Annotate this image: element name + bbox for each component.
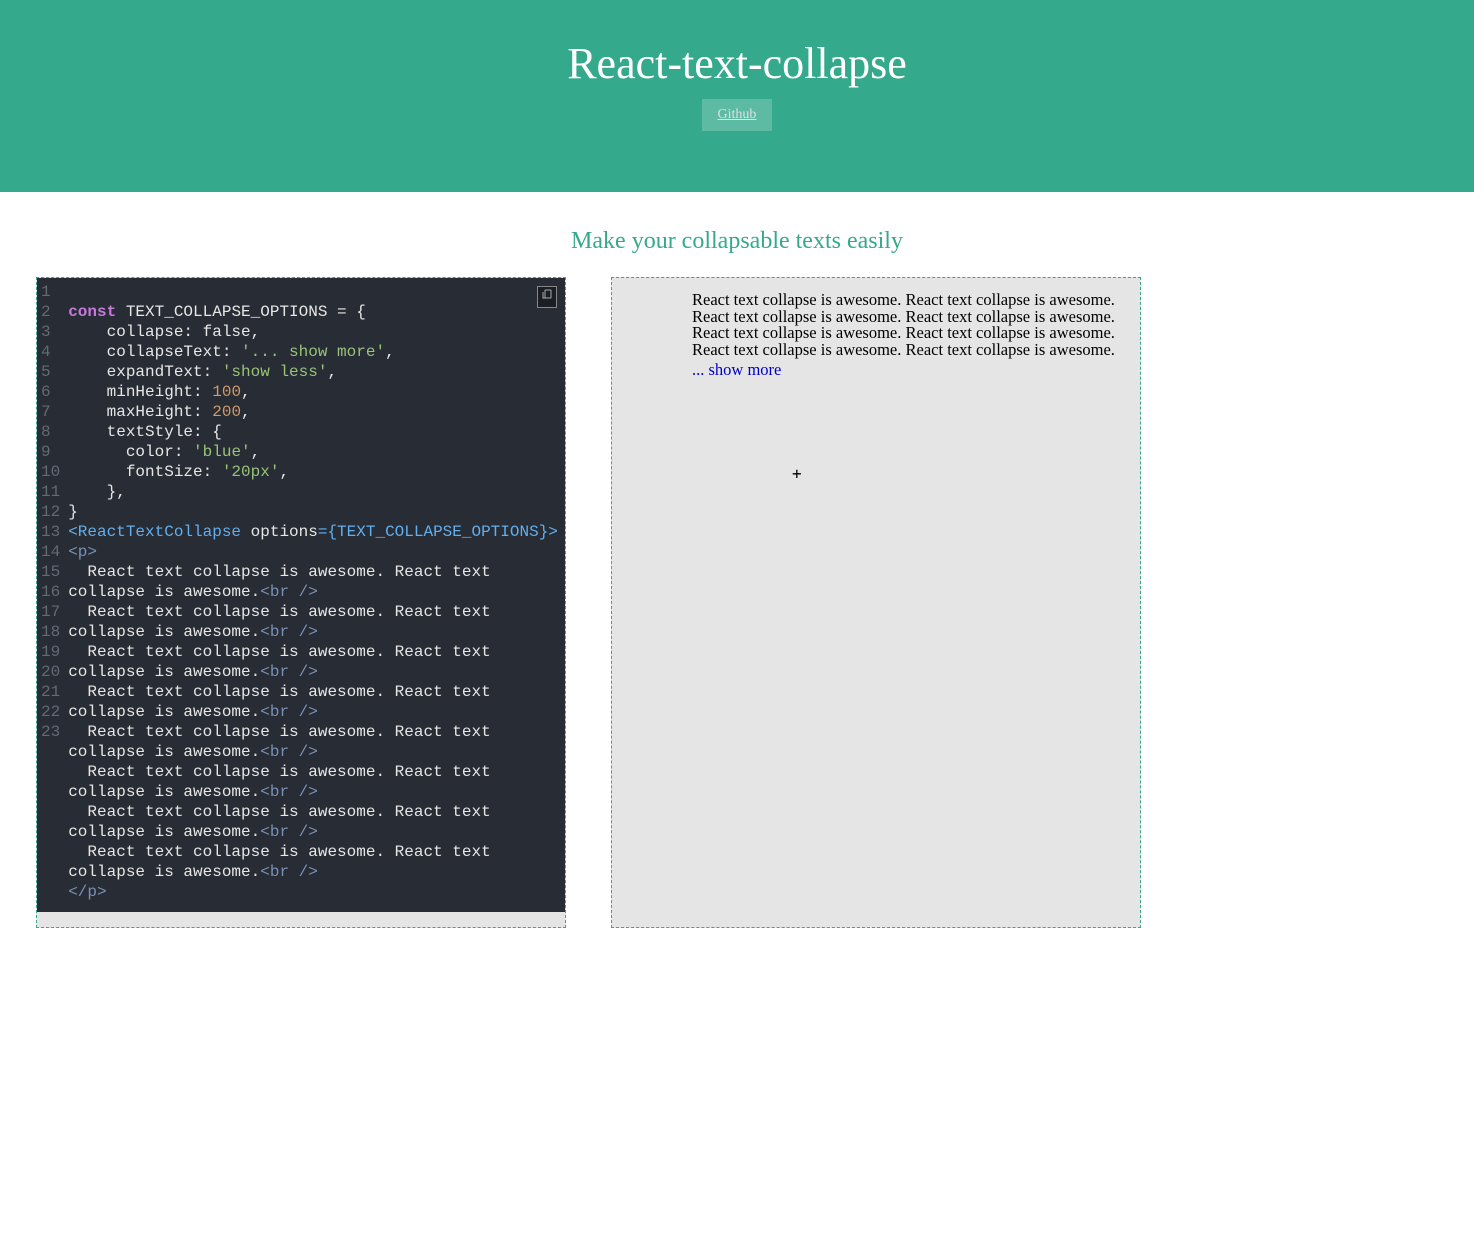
code-token: <br />: [260, 583, 318, 601]
panels-container: 1 2 3 4 5 6 7 8 9 10 11 12 13 14 15 16 1…: [0, 277, 1474, 928]
preview-text: React text collapse is awesome. React te…: [692, 292, 1126, 358]
preview-line: React text collapse is awesome. React te…: [692, 340, 1115, 359]
code-token: maxHeight:: [68, 403, 212, 421]
code-token: ,: [251, 443, 261, 461]
code-token: <p>: [68, 543, 97, 561]
show-more-toggle[interactable]: ... show more: [692, 360, 1126, 380]
code-token: >: [548, 523, 558, 541]
code-block: 1 2 3 4 5 6 7 8 9 10 11 12 13 14 15 16 1…: [37, 278, 565, 912]
tagline: Make your collapsable texts easily: [0, 228, 1474, 255]
code-token: {TEXT_COLLAPSE_OPTIONS}: [327, 523, 548, 541]
code-token: =: [318, 523, 328, 541]
code-token: ,: [241, 403, 251, 421]
code-token: '20px': [222, 463, 280, 481]
code-token: textStyle: {: [68, 423, 222, 441]
preview-panel: React text collapse is awesome. React te…: [611, 277, 1141, 928]
code-token: <br />: [260, 623, 318, 641]
code-token: <br />: [260, 743, 318, 761]
code-token: 200: [212, 403, 241, 421]
code-token: },: [68, 483, 126, 501]
code-token: <br />: [260, 703, 318, 721]
code-token: }: [68, 503, 78, 521]
code-token: const: [68, 303, 116, 321]
code-token: ,: [327, 363, 337, 381]
code-token: fontSize:: [68, 463, 222, 481]
code-token: minHeight:: [68, 383, 212, 401]
code-token: color:: [68, 443, 193, 461]
page-title: React-text-collapse: [0, 38, 1474, 89]
code-token: </p>: [68, 883, 106, 901]
github-link[interactable]: Github: [702, 99, 773, 131]
code-token: 'blue': [193, 443, 251, 461]
code-token: ,: [385, 343, 395, 361]
code-token: ,: [279, 463, 289, 481]
code-token: '... show more': [241, 343, 385, 361]
preview-content: React text collapse is awesome. React te…: [612, 278, 1140, 394]
code-token: 'show less': [222, 363, 328, 381]
copy-button[interactable]: [537, 286, 557, 308]
code-token: expandText:: [68, 363, 222, 381]
plus-icon: +: [792, 464, 802, 483]
code-content: const TEXT_COLLAPSE_OPTIONS = { collapse…: [62, 278, 565, 912]
code-token: 100: [212, 383, 241, 401]
code-token: <br />: [260, 823, 318, 841]
page-header: React-text-collapse Github: [0, 0, 1474, 192]
code-token: collapse: false,: [68, 323, 260, 341]
code-token: <ReactTextCollapse: [68, 523, 241, 541]
code-token: options: [241, 523, 318, 541]
code-token: <br />: [260, 783, 318, 801]
clipboard-icon: [541, 287, 553, 307]
code-token: TEXT_COLLAPSE_OPTIONS = {: [116, 303, 366, 321]
code-panel: 1 2 3 4 5 6 7 8 9 10 11 12 13 14 15 16 1…: [36, 277, 566, 928]
line-numbers: 1 2 3 4 5 6 7 8 9 10 11 12 13 14 15 16 1…: [37, 278, 62, 912]
code-token: <br />: [260, 663, 318, 681]
code-token: collapseText:: [68, 343, 241, 361]
code-token: ,: [241, 383, 251, 401]
code-token: <br />: [260, 863, 318, 881]
